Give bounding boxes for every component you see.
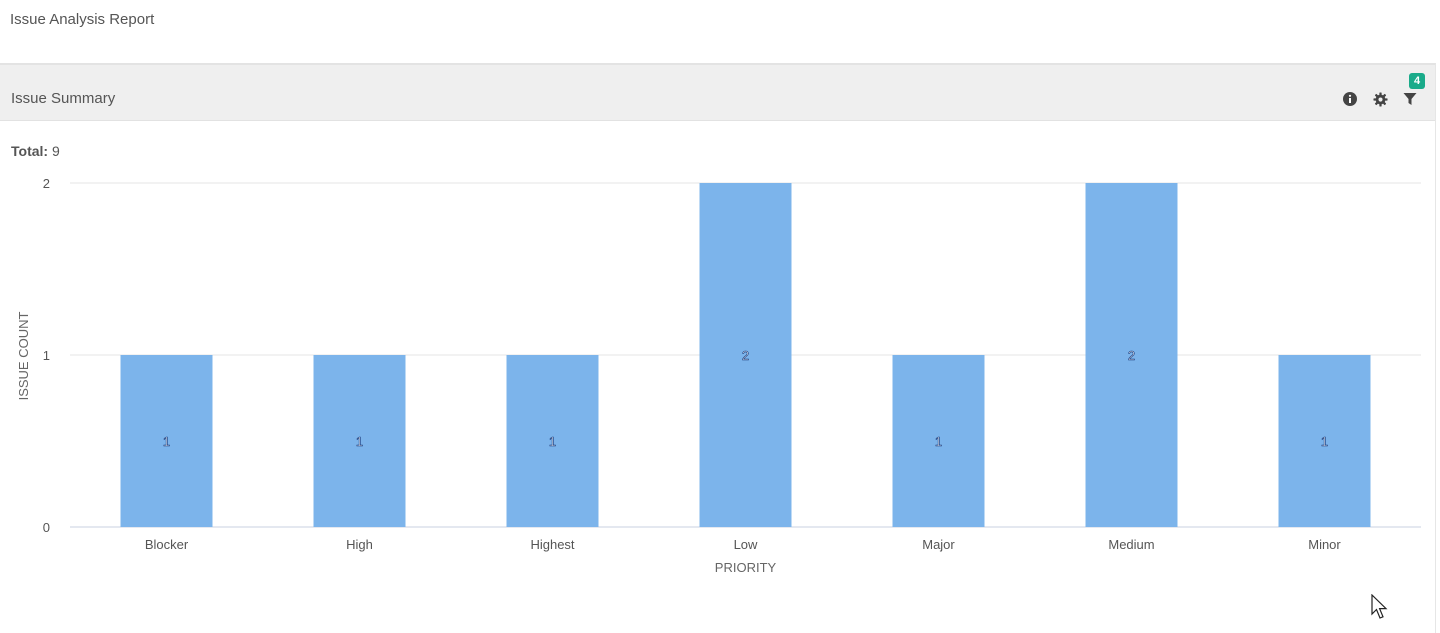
x-tick-label: Low [734, 537, 758, 552]
bar-data-label: 1 [356, 434, 363, 449]
x-tick-label: Major [922, 537, 955, 552]
x-tick-label: Blocker [145, 537, 189, 552]
bar-data-label: 2 [742, 348, 749, 363]
y-tick-label: 2 [43, 176, 50, 191]
y-tick-label: 0 [43, 520, 50, 535]
x-tick-label: Medium [1108, 537, 1154, 552]
bar-data-label: 1 [935, 434, 942, 449]
x-tick-label: Highest [530, 537, 574, 552]
issue-count-chart: 0 1 2 1 Blocker 1 High 1 Highest 2 Low 1 Major 2 Mediu… [16, 176, 1421, 575]
y-tick-label: 1 [43, 348, 50, 363]
y-axis-title: ISSUE COUNT [16, 312, 31, 401]
bar-data-label: 1 [163, 434, 170, 449]
mouse-cursor-icon [1371, 594, 1388, 619]
x-tick-label: Minor [1308, 537, 1341, 552]
x-axis-title: PRIORITY [715, 560, 777, 575]
bar-data-label: 1 [549, 434, 556, 449]
bar-data-label: 2 [1128, 348, 1135, 363]
x-tick-label: High [346, 537, 373, 552]
bar-data-label: 1 [1321, 434, 1328, 449]
